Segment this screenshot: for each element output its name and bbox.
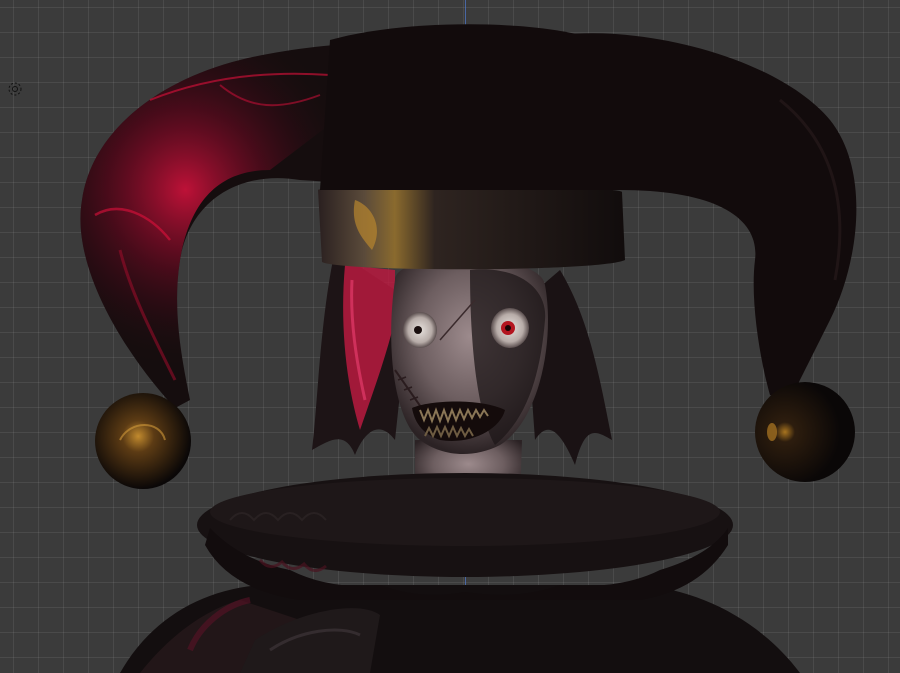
hat-band	[318, 186, 625, 270]
jester-render	[80, 24, 857, 673]
left-eye	[403, 312, 437, 348]
ruff-collar	[197, 473, 733, 600]
right-eye	[491, 308, 529, 348]
left-bell	[95, 393, 191, 489]
right-bell	[755, 382, 855, 482]
face	[391, 258, 548, 455]
3d-viewport[interactable]	[0, 0, 900, 673]
